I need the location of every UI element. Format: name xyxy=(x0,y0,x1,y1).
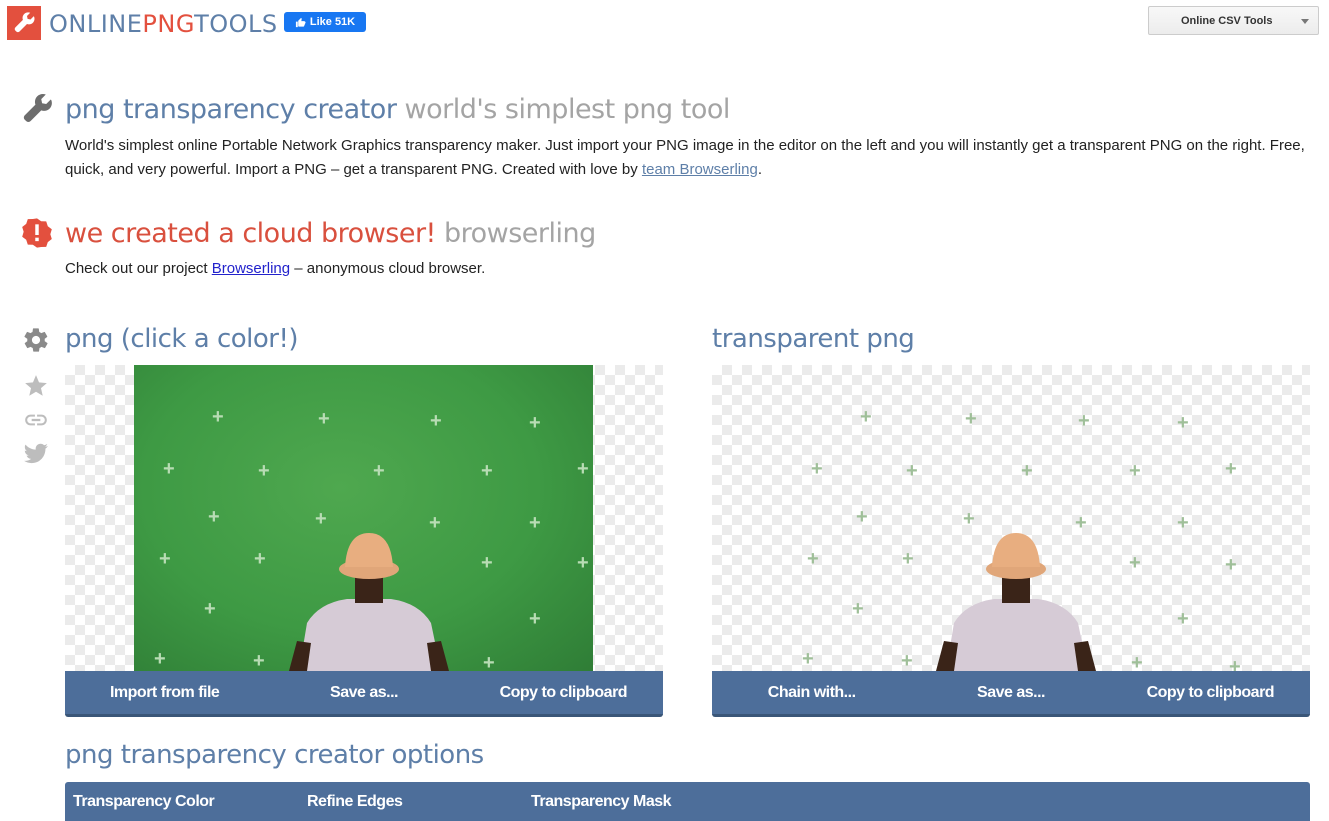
tracking-marker-icon: + xyxy=(481,552,493,574)
tracking-marker-icon: + xyxy=(906,460,918,482)
tracking-marker-icon: + xyxy=(258,460,270,482)
tracking-marker-icon: + xyxy=(902,548,914,570)
output-panel-title: transparent png xyxy=(712,324,915,354)
star-icon[interactable] xyxy=(22,372,50,400)
tracking-marker-icon: + xyxy=(1129,460,1141,482)
tracking-marker-icon: + xyxy=(318,408,330,430)
tracking-marker-icon: + xyxy=(163,458,175,480)
tracking-marker-icon: + xyxy=(481,460,493,482)
browserling-link[interactable]: Browserling xyxy=(212,260,290,277)
tracking-marker-icon: + xyxy=(529,412,541,434)
tracking-marker-icon: + xyxy=(529,512,541,534)
tab-transparency-mask[interactable]: Transparency Mask xyxy=(531,793,672,811)
tracking-marker-icon: + xyxy=(204,598,216,620)
input-image-editor[interactable]: + + + + + + + + + + + + + + + + + + + + … xyxy=(65,365,663,671)
tracking-marker-icon: + xyxy=(154,648,166,670)
promo-description: Check out our project Browserling – anon… xyxy=(65,260,486,277)
tracking-marker-icon: + xyxy=(577,458,589,480)
site-logo-text[interactable]: ONLINEPNGTOOLS xyxy=(49,10,278,38)
gear-icon[interactable] xyxy=(22,326,50,354)
tracking-marker-icon: + xyxy=(901,650,913,671)
output-save-as-button[interactable]: Save as... xyxy=(911,684,1110,702)
wrench-logo-icon[interactable] xyxy=(7,6,41,40)
tools-dropdown-label: Online CSV Tools xyxy=(1181,14,1273,27)
tracking-marker-icon: + xyxy=(430,410,442,432)
output-image-viewer[interactable]: + + + + + + + + + + + + + + + + + + + + … xyxy=(712,365,1310,671)
tracking-marker-icon: + xyxy=(1021,460,1033,482)
tracking-marker-icon: + xyxy=(1129,552,1141,574)
site-header: ONLINEPNGTOOLS Like 51K Online CSV Tools xyxy=(0,0,1329,46)
tracking-marker-icon: + xyxy=(253,650,265,671)
caret-down-icon xyxy=(1301,19,1309,24)
tracking-marker-icon: + xyxy=(965,408,977,430)
tracking-marker-icon: + xyxy=(1177,412,1189,434)
page-description: World's simplest online Portable Network… xyxy=(65,137,1305,178)
facebook-like-button[interactable]: Like 51K xyxy=(284,12,366,32)
tracking-marker-icon: + xyxy=(254,548,266,570)
tracking-marker-icon: + xyxy=(1177,608,1189,630)
input-copy-to-clipboard-button[interactable]: Copy to clipboard xyxy=(464,684,663,702)
tracking-marker-icon: + xyxy=(852,598,864,620)
person-figure xyxy=(936,533,1096,671)
output-copy-to-clipboard-button[interactable]: Copy to clipboard xyxy=(1111,684,1310,702)
tab-transparency-color[interactable]: Transparency Color xyxy=(73,793,215,811)
input-panel-title: png (click a color!) xyxy=(65,324,299,354)
tracking-marker-icon: + xyxy=(802,648,814,670)
chain-with-button[interactable]: Chain with... xyxy=(712,684,911,702)
tracking-marker-icon: + xyxy=(1229,656,1241,671)
wrench-icon xyxy=(20,92,54,126)
tools-dropdown[interactable]: Online CSV Tools xyxy=(1148,6,1319,35)
tracking-marker-icon: + xyxy=(208,506,220,528)
input-save-as-button[interactable]: Save as... xyxy=(264,684,463,702)
input-png-image[interactable]: + + + + + + + + + + + + + + + + + + + + … xyxy=(134,365,593,671)
promo-title: we created a cloud browser! browserling xyxy=(65,218,596,249)
tracking-marker-icon: + xyxy=(1177,512,1189,534)
output-panel-toolbar: Chain with... Save as... Copy to clipboa… xyxy=(712,671,1310,717)
tracking-marker-icon: + xyxy=(577,552,589,574)
tracking-marker-icon: + xyxy=(807,548,819,570)
tracking-marker-icon: + xyxy=(159,548,171,570)
thumbs-up-icon xyxy=(295,17,306,27)
person-figure xyxy=(289,533,449,671)
tracking-marker-icon: + xyxy=(212,406,224,428)
team-browserling-link[interactable]: team Browserling xyxy=(642,161,758,178)
import-from-file-button[interactable]: Import from file xyxy=(65,684,264,702)
tracking-marker-icon: + xyxy=(529,608,541,630)
like-count-label: Like 51K xyxy=(309,16,356,28)
alert-icon xyxy=(20,216,54,250)
tracking-marker-icon: + xyxy=(373,460,385,482)
tracking-marker-icon: + xyxy=(483,652,495,671)
tracking-marker-icon: + xyxy=(860,406,872,428)
tracking-marker-icon: + xyxy=(856,506,868,528)
tracking-marker-icon: + xyxy=(1225,554,1237,576)
tab-refine-edges[interactable]: Refine Edges xyxy=(307,793,403,811)
tracking-marker-icon: + xyxy=(1078,410,1090,432)
options-tab-bar: Transparency Color Refine Edges Transpar… xyxy=(65,782,1310,821)
twitter-icon[interactable] xyxy=(22,440,50,468)
options-title: png transparency creator options xyxy=(65,740,484,770)
link-icon[interactable] xyxy=(22,406,50,434)
input-panel-toolbar: Import from file Save as... Copy to clip… xyxy=(65,671,663,717)
tracking-marker-icon: + xyxy=(1225,458,1237,480)
page-title: png transparency creator world's simples… xyxy=(65,94,730,125)
tracking-marker-icon: + xyxy=(811,458,823,480)
tracking-marker-icon: + xyxy=(1131,652,1143,671)
